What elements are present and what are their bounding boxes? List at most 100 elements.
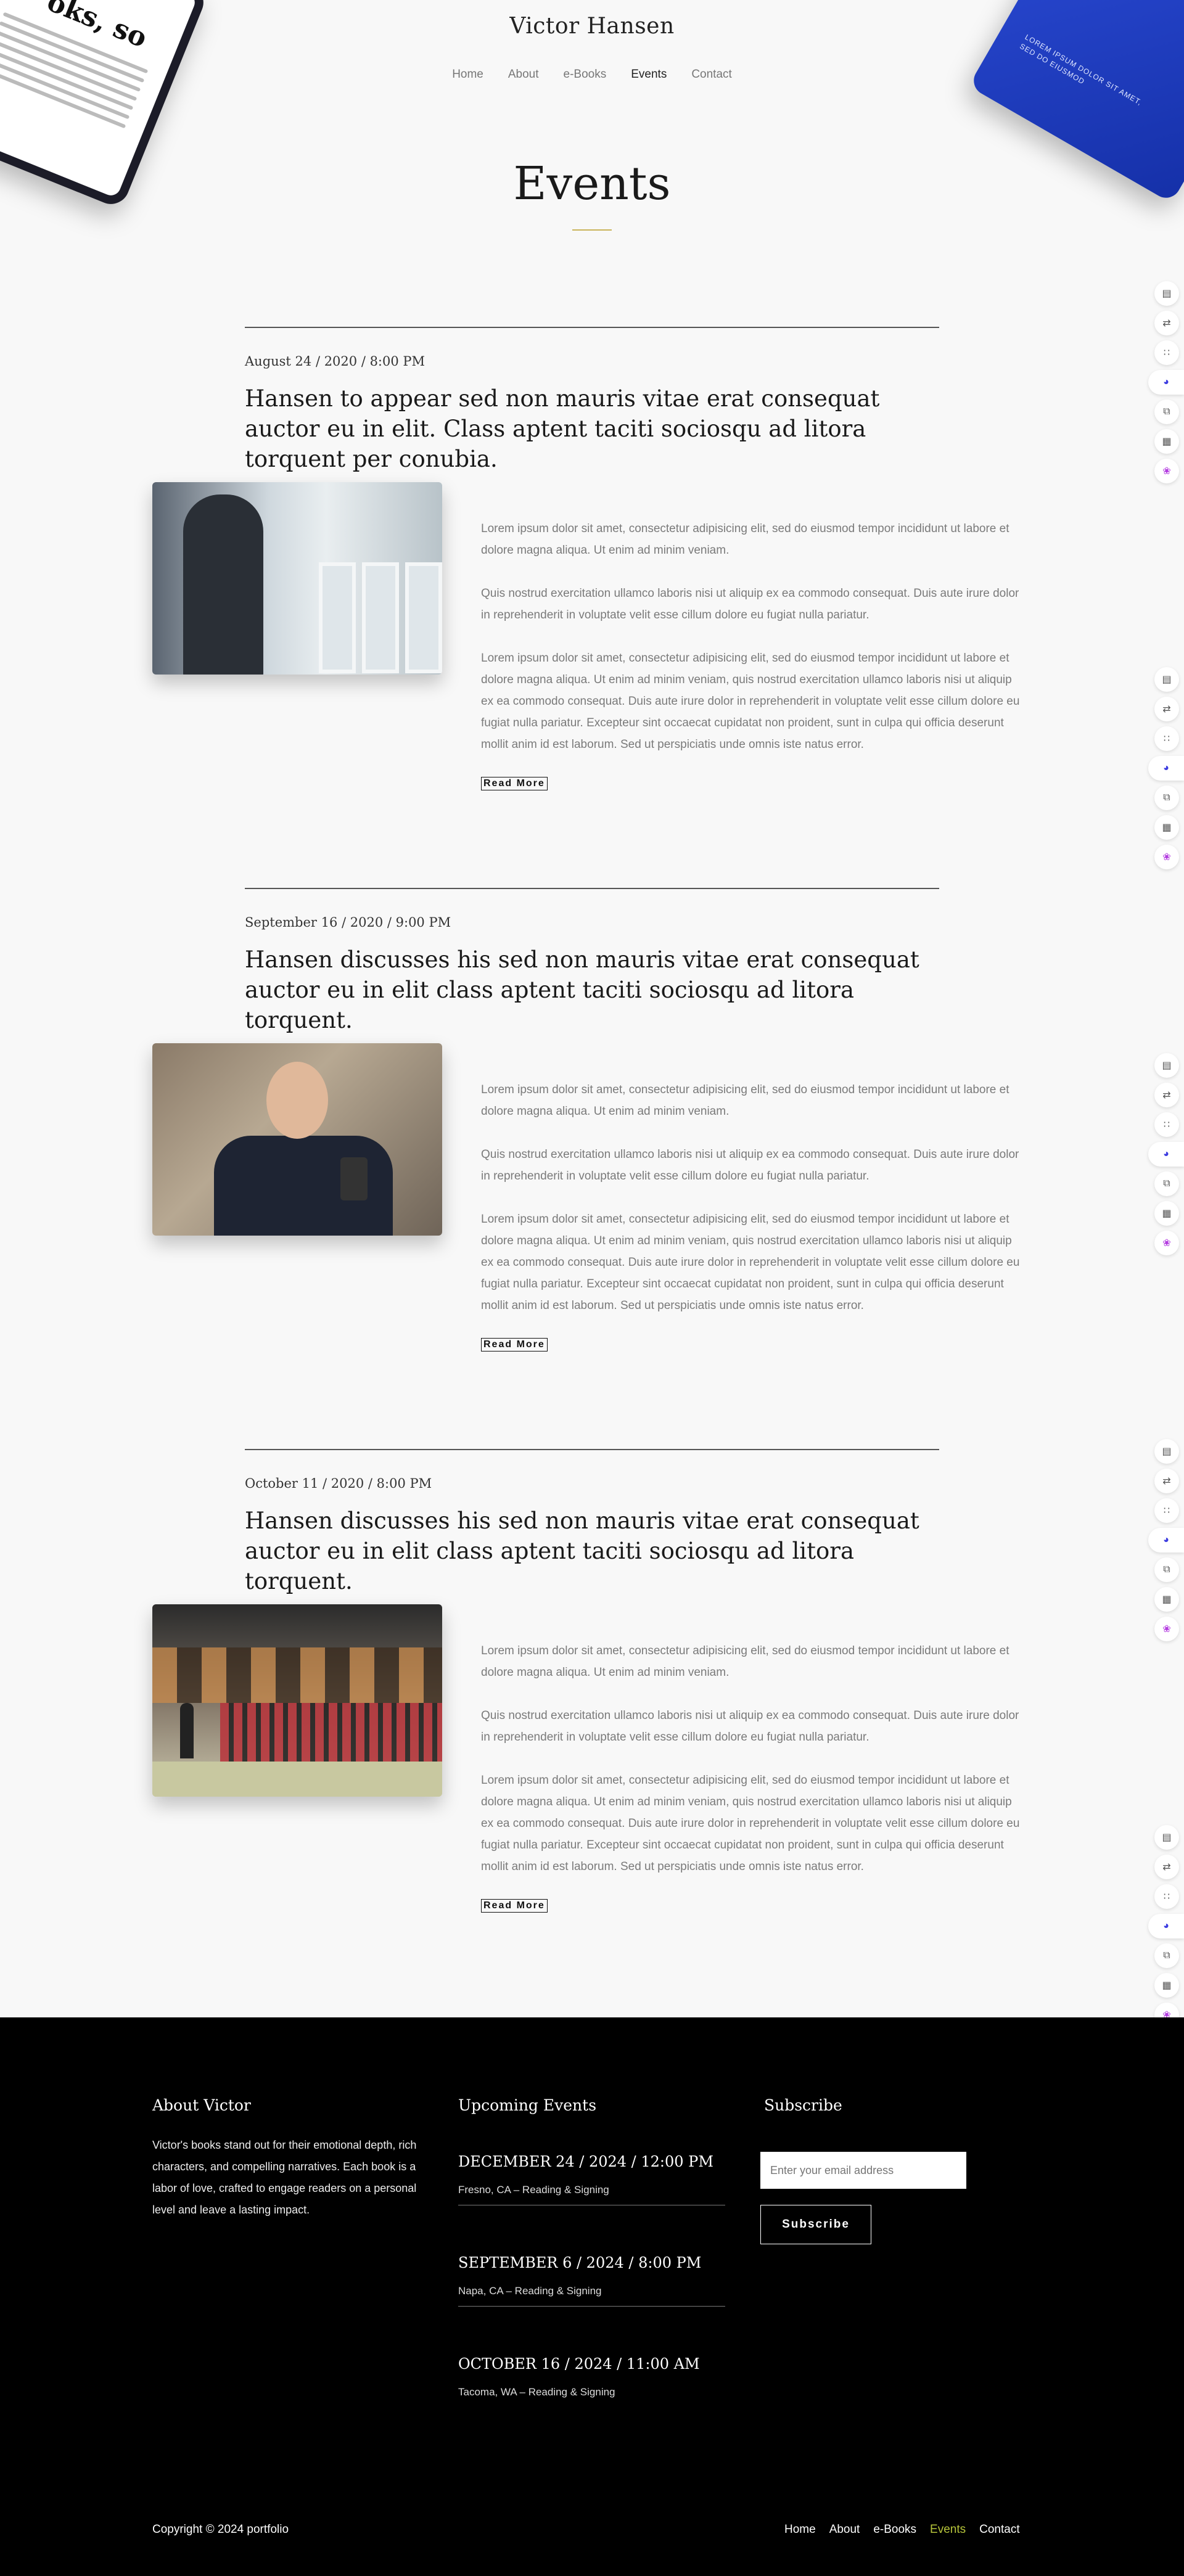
upcoming-event-date: DECEMBER 24 / 2024 / 12:00 PM bbox=[458, 2153, 713, 2170]
footer-nav: Home About e-Books Events Contact bbox=[784, 2523, 1020, 2537]
book-icon[interactable]: ▤ bbox=[1154, 281, 1179, 306]
translate-icon[interactable]: ⇄ bbox=[1154, 1083, 1179, 1107]
event-divider bbox=[245, 1449, 939, 1450]
book-icon[interactable]: ▤ bbox=[1154, 1825, 1179, 1850]
brain-icon[interactable]: ❀ bbox=[1154, 845, 1179, 869]
book-icon[interactable]: ▤ bbox=[1154, 1439, 1179, 1464]
book-icon[interactable]: ▤ bbox=[1154, 1053, 1179, 1078]
footer-about-title: About Victor bbox=[152, 2096, 251, 2114]
main-nav: Home About e-Books Events Contact bbox=[0, 68, 1184, 81]
footer-link-about[interactable]: About bbox=[829, 2523, 860, 2537]
nav-about[interactable]: About bbox=[508, 68, 539, 81]
translate-icon[interactable]: ⇄ bbox=[1154, 697, 1179, 721]
copy-icon[interactable]: ⧉ bbox=[1154, 1557, 1179, 1582]
page-header: oks, so LOREM IPSUM DOLOR SIT AMET, SED … bbox=[0, 0, 1184, 259]
brain-icon[interactable]: ❀ bbox=[1154, 1617, 1179, 1641]
footer-subscribe-title: Subscribe bbox=[764, 2096, 842, 2114]
event-date: October 11 / 2020 / 8:00 PM bbox=[245, 1476, 432, 1491]
chat-bot-icon[interactable]: ◕ bbox=[1148, 1528, 1184, 1553]
upcoming-event[interactable]: OCTOBER 16 / 2024 / 11:00 AM Tacoma, WA … bbox=[458, 2355, 725, 2398]
site-footer: About Victor Victor's books stand out fo… bbox=[0, 2017, 1184, 2576]
event-image bbox=[152, 1043, 442, 1236]
apps-icon[interactable]: ∷ bbox=[1154, 1884, 1179, 1909]
site-title[interactable]: Victor Hansen bbox=[0, 14, 1184, 39]
upcoming-event-location: Tacoma, WA – Reading & Signing bbox=[458, 2386, 615, 2398]
nav-events[interactable]: Events bbox=[631, 68, 667, 81]
nav-home[interactable]: Home bbox=[452, 68, 483, 81]
chat-bot-icon[interactable]: ◕ bbox=[1148, 1142, 1184, 1167]
apps-icon[interactable]: ∷ bbox=[1154, 1498, 1179, 1523]
email-input[interactable] bbox=[760, 2152, 966, 2189]
event-paragraph: Lorem ipsum dolor sit amet, consectetur … bbox=[481, 1774, 1020, 1873]
reader-icon[interactable]: ▦ bbox=[1154, 815, 1179, 840]
event-image bbox=[152, 482, 442, 675]
event-image bbox=[152, 1604, 442, 1797]
translate-icon[interactable]: ⇄ bbox=[1154, 1855, 1179, 1879]
brain-icon[interactable]: ❀ bbox=[1154, 1231, 1179, 1255]
upcoming-event-location: Napa, CA – Reading & Signing bbox=[458, 2285, 602, 2297]
floating-toolbar: ▤ ⇄ ∷ ◕ ⧉ ▦ ❀ bbox=[1148, 662, 1184, 874]
event-paragraph: Lorem ipsum dolor sit amet, consectetur … bbox=[481, 522, 1009, 557]
footer-link-ebooks[interactable]: e-Books bbox=[873, 2523, 916, 2537]
event-date: September 16 / 2020 / 9:00 PM bbox=[245, 915, 451, 930]
floating-toolbar: ▤ ⇄ ∷ ◕ ⧉ ▦ ❀ bbox=[1148, 1820, 1184, 2032]
reader-icon[interactable]: ▦ bbox=[1154, 1973, 1179, 1998]
event-heading[interactable]: Hansen to appear sed non mauris vitae er… bbox=[245, 384, 939, 474]
footer-about-text: Victor's books stand out for their emoti… bbox=[152, 2139, 417, 2216]
book-icon[interactable]: ▤ bbox=[1154, 667, 1179, 692]
upcoming-event[interactable]: SEPTEMBER 6 / 2024 / 8:00 PM Napa, CA – … bbox=[458, 2254, 725, 2307]
event-description: Lorem ipsum dolor sit amet, consectetur … bbox=[481, 1640, 1022, 1913]
footer-link-contact[interactable]: Contact bbox=[979, 2523, 1019, 2537]
copy-icon[interactable]: ⧉ bbox=[1154, 1943, 1179, 1968]
event-heading[interactable]: Hansen discusses his sed non mauris vita… bbox=[245, 1506, 939, 1596]
copy-icon[interactable]: ⧉ bbox=[1154, 1171, 1179, 1196]
event-item: September 16 / 2020 / 9:00 PM Hansen dis… bbox=[0, 888, 1184, 1449]
event-description: Lorem ipsum dolor sit amet, consectetur … bbox=[481, 518, 1022, 790]
event-divider bbox=[245, 888, 939, 889]
event-paragraph: Quis nostrud exercitation ullamco labori… bbox=[481, 1148, 1019, 1183]
nav-contact[interactable]: Contact bbox=[691, 68, 731, 81]
read-more-link[interactable]: Read More bbox=[481, 1338, 548, 1352]
apps-icon[interactable]: ∷ bbox=[1154, 1112, 1179, 1137]
read-more-link[interactable]: Read More bbox=[481, 1899, 548, 1913]
reader-icon[interactable]: ▦ bbox=[1154, 429, 1179, 454]
apps-icon[interactable]: ∷ bbox=[1154, 340, 1179, 365]
translate-icon[interactable]: ⇄ bbox=[1154, 1469, 1179, 1493]
translate-icon[interactable]: ⇄ bbox=[1154, 311, 1179, 335]
brain-icon[interactable]: ❀ bbox=[1154, 459, 1179, 483]
event-item: August 24 / 2020 / 8:00 PM Hansen to app… bbox=[0, 327, 1184, 888]
event-date: August 24 / 2020 / 8:00 PM bbox=[245, 354, 426, 369]
copy-icon[interactable]: ⧉ bbox=[1154, 400, 1179, 424]
floating-toolbar: ▤ ⇄ ∷ ◕ ⧉ ▦ ❀ bbox=[1148, 276, 1184, 488]
upcoming-event[interactable]: DECEMBER 24 / 2024 / 12:00 PM Fresno, CA… bbox=[458, 2153, 725, 2205]
event-divider bbox=[245, 327, 939, 328]
read-more-link[interactable]: Read More bbox=[481, 777, 548, 790]
event-description: Lorem ipsum dolor sit amet, consectetur … bbox=[481, 1079, 1022, 1352]
apps-icon[interactable]: ∷ bbox=[1154, 726, 1179, 751]
event-paragraph: Lorem ipsum dolor sit amet, consectetur … bbox=[481, 652, 1020, 751]
event-paragraph: Quis nostrud exercitation ullamco labori… bbox=[481, 587, 1019, 621]
event-item: October 11 / 2020 / 8:00 PM Hansen discu… bbox=[0, 1449, 1184, 2010]
copy-icon[interactable]: ⧉ bbox=[1154, 786, 1179, 810]
event-paragraph: Lorem ipsum dolor sit amet, consectetur … bbox=[481, 1213, 1020, 1312]
upcoming-event-date: OCTOBER 16 / 2024 / 11:00 AM bbox=[458, 2355, 700, 2373]
title-underline bbox=[572, 229, 612, 231]
nav-ebooks[interactable]: e-Books bbox=[564, 68, 607, 81]
floating-toolbar: ▤ ⇄ ∷ ◕ ⧉ ▦ ❀ bbox=[1148, 1434, 1184, 1646]
subscribe-button[interactable]: Subscribe bbox=[760, 2205, 871, 2244]
reader-icon[interactable]: ▦ bbox=[1154, 1201, 1179, 1226]
reader-icon[interactable]: ▦ bbox=[1154, 1587, 1179, 1612]
event-paragraph: Lorem ipsum dolor sit amet, consectetur … bbox=[481, 1644, 1009, 1679]
upcoming-event-divider bbox=[458, 2306, 725, 2307]
upcoming-event-location: Fresno, CA – Reading & Signing bbox=[458, 2184, 609, 2196]
chat-bot-icon[interactable]: ◕ bbox=[1148, 370, 1184, 395]
event-paragraph: Quis nostrud exercitation ullamco labori… bbox=[481, 1709, 1019, 1744]
footer-link-home[interactable]: Home bbox=[784, 2523, 816, 2537]
footer-link-events[interactable]: Events bbox=[930, 2523, 966, 2537]
footer-upcoming-title: Upcoming Events bbox=[458, 2096, 597, 2114]
upcoming-event-date: SEPTEMBER 6 / 2024 / 8:00 PM bbox=[458, 2254, 702, 2271]
chat-bot-icon[interactable]: ◕ bbox=[1148, 756, 1184, 781]
chat-bot-icon[interactable]: ◕ bbox=[1148, 1914, 1184, 1938]
event-heading[interactable]: Hansen discusses his sed non mauris vita… bbox=[245, 945, 939, 1035]
copyright: Copyright © 2024 portfolio bbox=[152, 2523, 289, 2536]
